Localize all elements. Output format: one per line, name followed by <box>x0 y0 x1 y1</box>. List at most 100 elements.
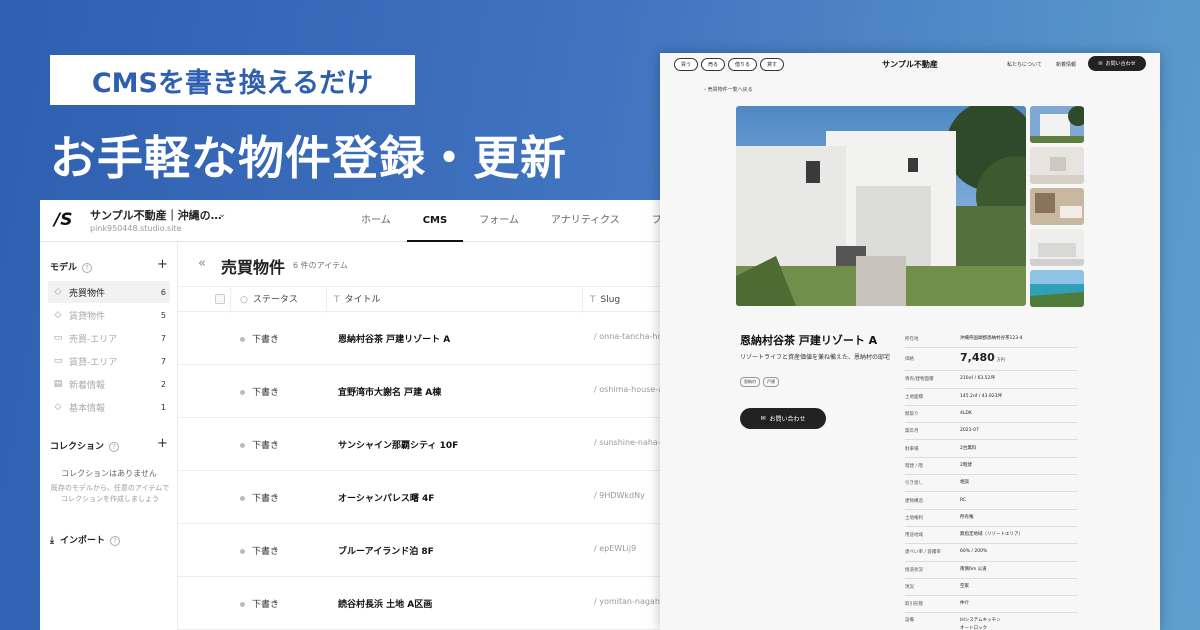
tag-icon: ◇ <box>54 402 62 412</box>
table-row[interactable]: 下書き 宜野湾市大謝名 戸建 A棟 / oshima-house-a <box>178 365 680 418</box>
nav-news[interactable]: 新着情報 <box>1056 61 1076 68</box>
back-link[interactable]: ‹ 売買物件一覧へ戻る <box>704 86 753 93</box>
tag-chip[interactable]: 恩納村 <box>740 377 760 387</box>
site-selector[interactable]: サンプル不動産｜沖縄の… <box>90 207 222 223</box>
collapse-sidebar-icon[interactable]: « <box>198 256 206 271</box>
folder-icon: ▭ <box>53 356 63 366</box>
table-header: ○ ステータス T タイトル T Slug <box>178 286 680 313</box>
add-collection-button[interactable]: + <box>157 436 168 451</box>
column-title[interactable]: T タイトル <box>334 287 381 313</box>
property-title: 恩納村谷茶 戸建リゾート A <box>740 334 878 347</box>
column-status[interactable]: ○ ステータス <box>240 287 298 313</box>
spec-row: 価格 7,480 万円 <box>905 348 1077 372</box>
text-icon: T <box>334 295 340 305</box>
nav-about[interactable]: 私たちについて <box>1007 61 1042 68</box>
collections-note: 既存のモデルから、任意のアイテムでコレクションを作成しましょう <box>50 484 170 503</box>
website-preview: 買う 売る 借りる 貸す サンプル不動産 私たちについて 新着情報 ✉ お問い合わ… <box>660 53 1160 630</box>
add-model-button[interactable]: + <box>157 257 168 272</box>
spec-row: 用途地域 無指定地域（リゾートエリア） <box>905 527 1077 545</box>
tag-chip[interactable]: 戸建 <box>763 377 779 387</box>
property-description: リゾートライフと資産価値を兼ね備えた、恩納村の邸宅 <box>740 354 891 361</box>
row-title: サンシャイン那覇シティ 10F <box>338 441 459 451</box>
inquiry-button[interactable]: ✉ お問い合わせ <box>740 408 826 429</box>
spec-row: 階建 / 階 2階建 <box>905 458 1077 476</box>
property-thumbnail[interactable] <box>1030 229 1084 266</box>
tag-icon: ◇ <box>54 287 62 297</box>
property-main-photo[interactable] <box>736 106 1026 306</box>
status-badge: 下書き <box>240 544 279 557</box>
tab-cms[interactable]: CMS <box>406 200 464 242</box>
row-title: ブルーアイランド泊 8F <box>338 547 434 557</box>
sidebar-item-count: 7 <box>160 333 166 343</box>
chevron-down-icon[interactable]: ⌄ <box>218 209 226 220</box>
tab-form[interactable]: フォーム <box>463 200 535 242</box>
property-thumbnail[interactable] <box>1030 188 1084 225</box>
sidebar-item-count: 2 <box>160 379 166 389</box>
sidebar-item-sales-area[interactable]: ▭ 売買-エリア 7 <box>48 327 170 349</box>
cms-window: /S サンプル不動産｜沖縄の… ⌄ pink950448.studio.site… <box>40 200 680 630</box>
status-badge: 下書き <box>240 491 279 504</box>
property-thumbnail[interactable] <box>1030 106 1084 143</box>
folder-icon: ▭ <box>53 333 63 343</box>
spec-row: 駐車場 2台無料 <box>905 440 1077 458</box>
table-row[interactable]: 下書き オーシャンパレス曙 4F / 9HDWkdNy <box>178 471 680 524</box>
mail-icon: ✉ <box>760 415 766 422</box>
document-icon: ▤ <box>53 379 63 389</box>
table-row[interactable]: 下書き ブルーアイランド泊 8F / epEWLij9 <box>178 524 680 577</box>
property-thumbnail[interactable] <box>1030 147 1084 184</box>
property-thumbnail[interactable] <box>1030 270 1084 307</box>
status-badge: 下書き <box>240 332 279 345</box>
hero-tag: CMSを書き換えるだけ <box>50 55 415 105</box>
sidebar-item-rental-area[interactable]: ▭ 賃貸-エリア 7 <box>48 350 170 372</box>
sidebar-item-sales[interactable]: ◇ 売買物件 6 <box>48 281 170 303</box>
hero-title: お手軽な物件登録・更新 <box>50 131 567 185</box>
tab-home[interactable]: ホーム <box>345 200 407 242</box>
sidebar-item-label: 賃貸物件 <box>69 311 106 322</box>
item-count: 6 件のアイテム <box>293 261 348 270</box>
status-badge: 下書き <box>240 438 279 451</box>
sidebar-item-basic-info[interactable]: ◇ 基本情報 1 <box>48 396 170 418</box>
contact-button[interactable]: ✉ お問い合わせ <box>1088 56 1146 71</box>
cms-header: /S サンプル不動産｜沖縄の… ⌄ pink950448.studio.site… <box>40 200 680 242</box>
download-icon: ⤓ <box>50 536 54 546</box>
spec-row: 専有/建物面積 210㎡ / 63.52坪 <box>905 371 1077 389</box>
page-title: 売買物件 <box>221 258 286 277</box>
row-title: 恩納村谷茶 戸建リゾート A <box>338 335 451 345</box>
studio-logo[interactable]: /S <box>54 210 72 230</box>
help-icon[interactable]: ? <box>109 441 120 452</box>
spec-row: 建ぺい率 / 容積率 60% / 200% <box>905 544 1077 562</box>
sidebar-item-label: 新着情報 <box>69 380 106 391</box>
sidebar-item-label: 賃貸-エリア <box>69 357 118 368</box>
spec-row: 接道状況 南側6m 公道 <box>905 562 1077 579</box>
collections-heading: コレクション? <box>50 439 120 452</box>
help-icon[interactable]: ? <box>110 535 120 546</box>
spec-row: 引き渡し 相談 <box>905 475 1077 493</box>
row-title: 読谷村長浜 土地 A区画 <box>338 600 433 610</box>
table-row[interactable]: 下書き 読谷村長浜 土地 A区画 / yomitan-nagaha... <box>178 577 680 630</box>
spec-row: 現況 空家 <box>905 579 1077 597</box>
sidebar-item-label: 売買物件 <box>69 288 106 299</box>
sidebar-item-news[interactable]: ▤ 新着情報 2 <box>48 373 170 395</box>
text-icon: T <box>590 295 596 305</box>
cms-sidebar: モデル? + ◇ 売買物件 6 ◇ 賃貸物件 5 ▭ 売買-エリア 7 ▭ 賃貸… <box>40 242 178 630</box>
sidebar-item-count: 1 <box>160 402 166 412</box>
tab-analytics[interactable]: アナリティクス <box>535 200 636 242</box>
models-heading: モデル? <box>50 260 93 273</box>
help-icon[interactable]: ? <box>82 262 93 273</box>
table-row[interactable]: 下書き サンシャイン那覇シティ 10F / sunshine-naha-c <box>178 418 680 471</box>
sidebar-item-rental[interactable]: ◇ 賃貸物件 5 <box>48 304 170 326</box>
circle-icon: ○ <box>240 295 248 305</box>
site-brand[interactable]: サンプル不動産 <box>660 59 1160 70</box>
import-link[interactable]: ⤓ インポート? <box>50 533 120 546</box>
table-row[interactable]: 下書き 恩納村谷茶 戸建リゾート A / onna-tancha-ho... <box>178 312 680 365</box>
spec-row: 取引形態 仲介 <box>905 596 1077 614</box>
collections-empty: コレクションはありません <box>61 469 157 478</box>
spec-row: 建物構造 RC <box>905 492 1077 510</box>
site-url: pink950448.studio.site <box>90 224 182 233</box>
select-all-checkbox[interactable] <box>215 294 225 304</box>
top-nav: ホーム CMS フォーム アナリティクス プラン <box>345 200 680 242</box>
row-title: オーシャンパレス曙 4F <box>338 494 435 504</box>
status-badge: 下書き <box>240 385 279 398</box>
site-header: 買う 売る 借りる 貸す サンプル不動産 私たちについて 新着情報 ✉ お問い合わ… <box>660 53 1160 77</box>
column-slug[interactable]: T Slug <box>590 287 620 313</box>
